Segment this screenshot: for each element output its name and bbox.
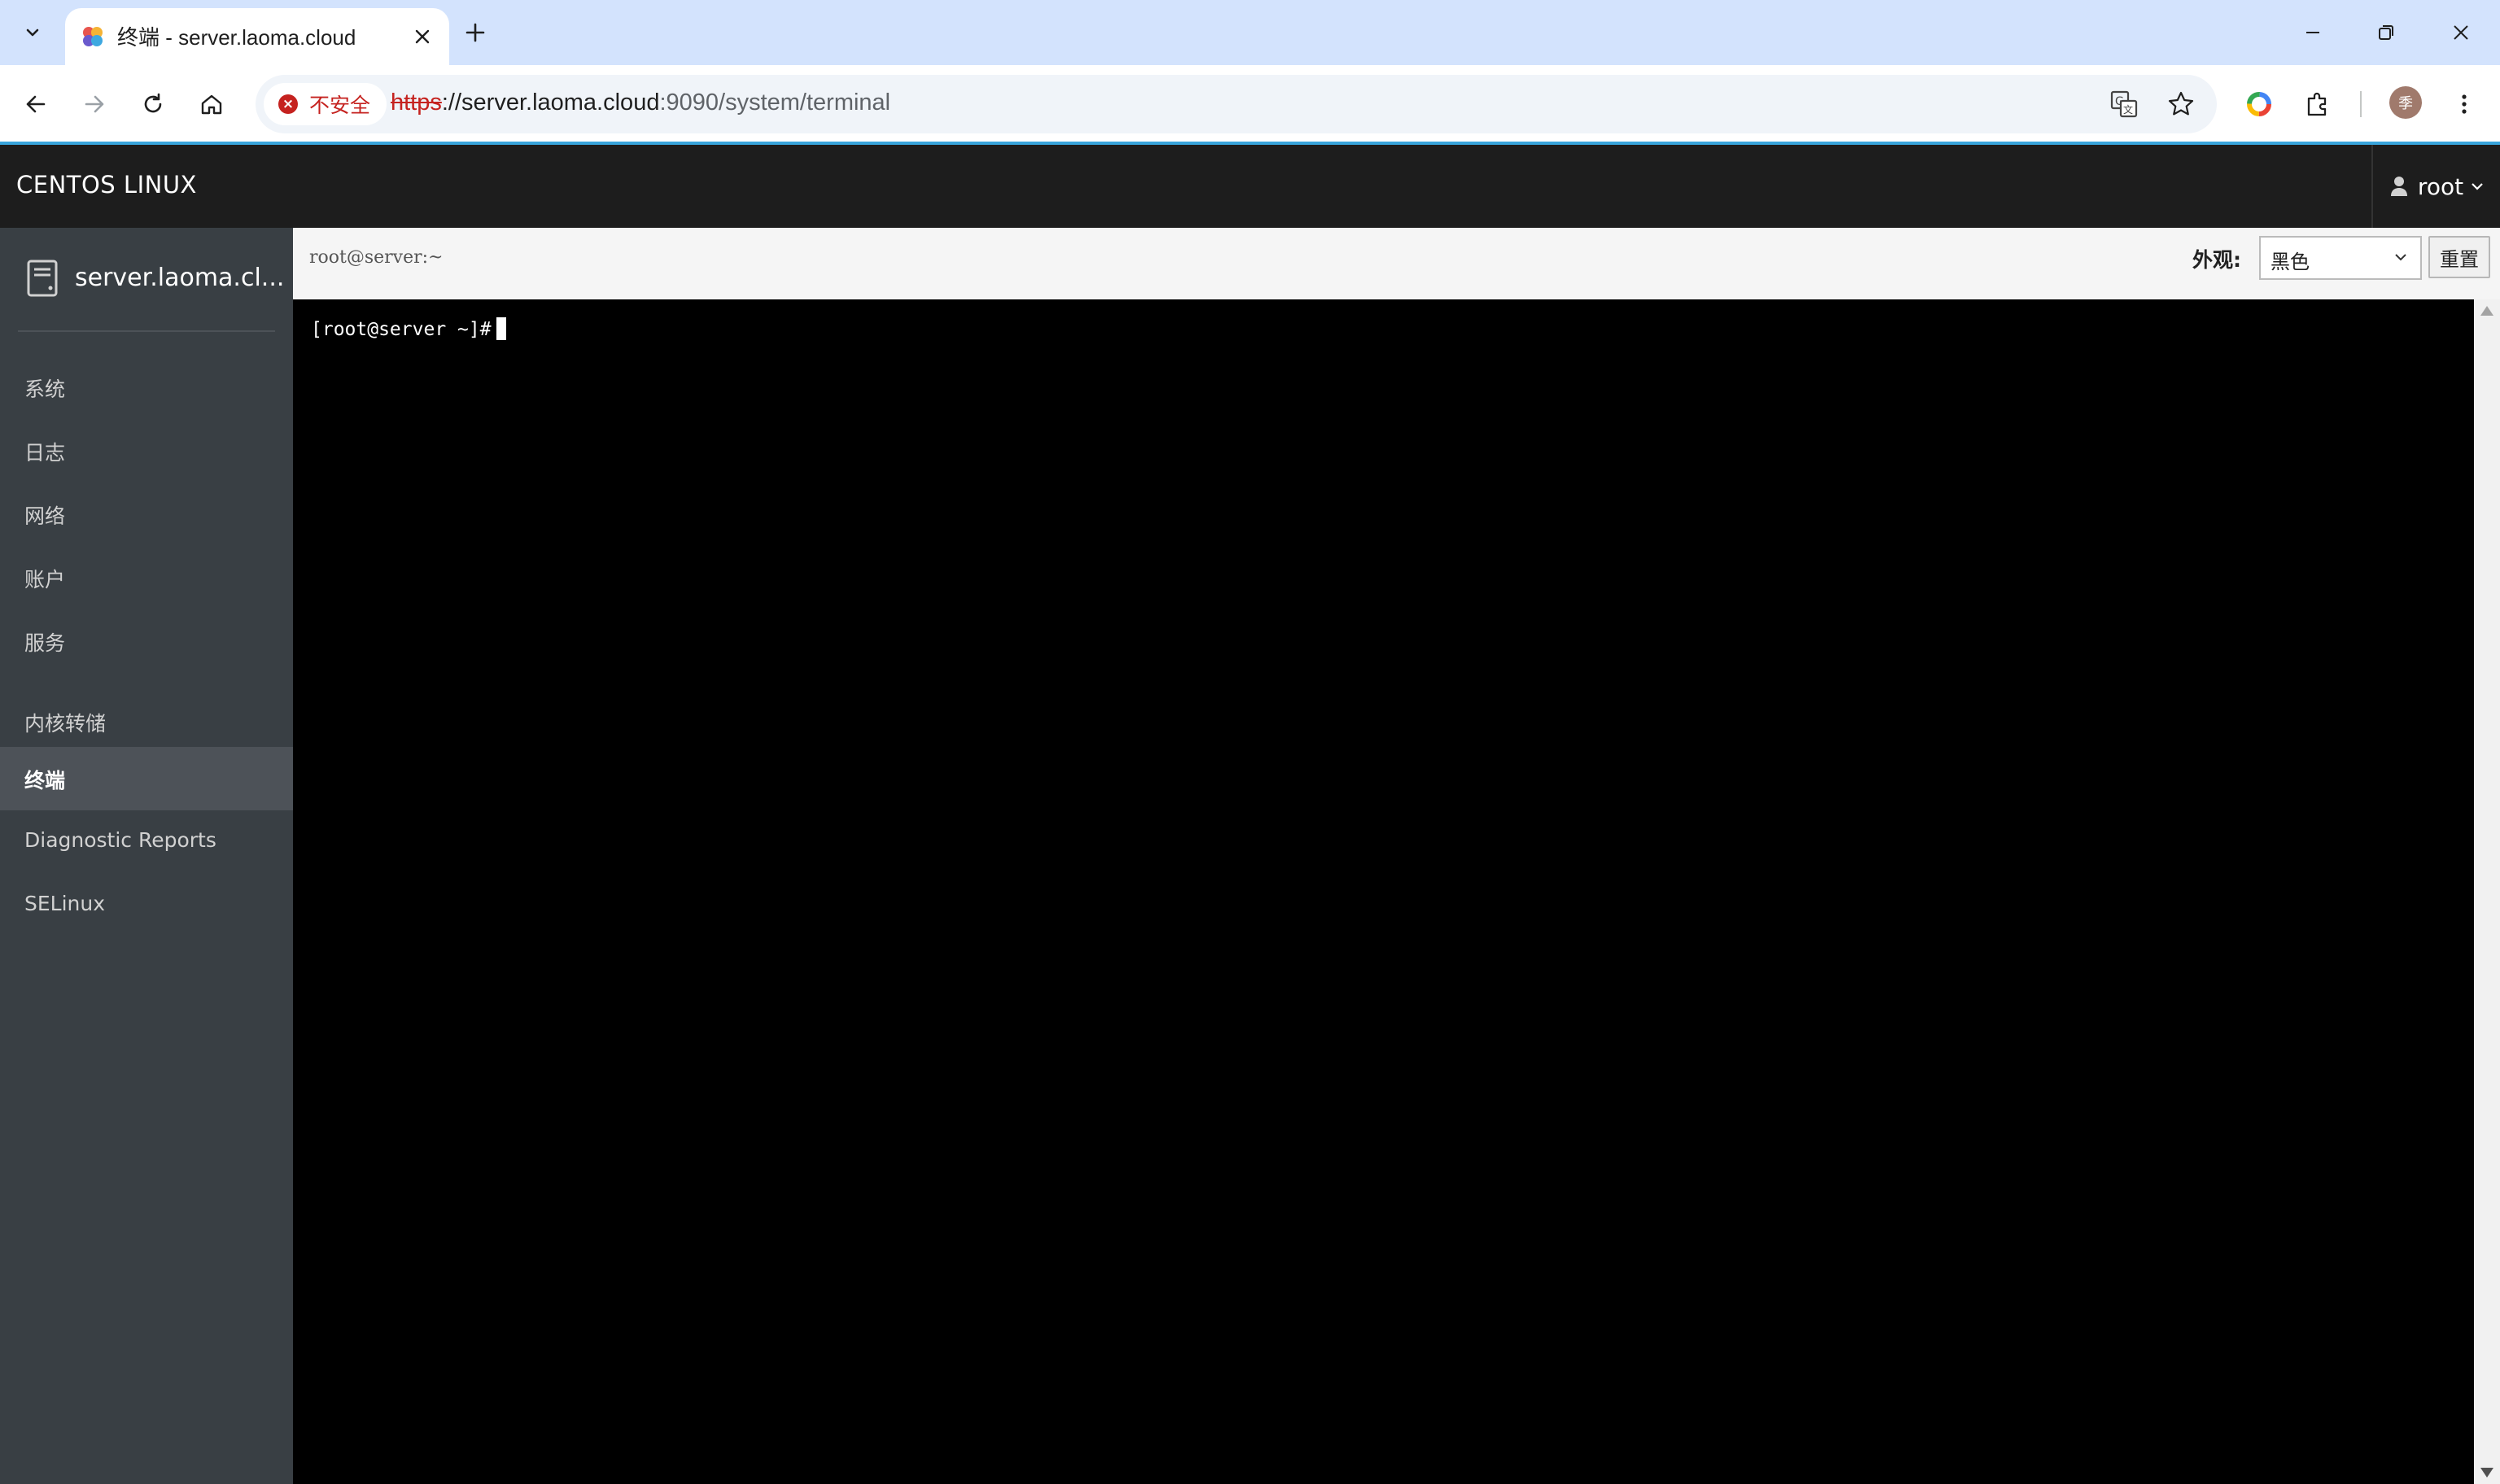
user-name: root xyxy=(2417,172,2464,200)
arrow-right-icon xyxy=(85,95,104,113)
cockpit-favicon-icon xyxy=(83,27,103,46)
more-vertical-icon xyxy=(2462,94,2467,114)
theme-select-value: 黑色 xyxy=(2271,251,2310,273)
sidebar-item-label: 终端 xyxy=(24,769,66,792)
terminal-header: root@server:~ 外观: 黑色 重置 xyxy=(293,228,2500,300)
sidebar-divider xyxy=(18,330,275,332)
server-icon xyxy=(27,260,58,297)
tab-close-button[interactable] xyxy=(409,23,436,50)
url-scheme: https xyxy=(391,89,442,116)
minimize-icon xyxy=(2306,32,2319,33)
sidebar-item-label: 内核转储 xyxy=(24,712,107,735)
address-bar[interactable]: × 不安全 https://server.laoma.cloud:9090/sy… xyxy=(256,75,2217,133)
reload-icon xyxy=(144,93,162,113)
browser-tab-active[interactable]: 终端 - server.laoma.cloud xyxy=(65,8,449,65)
home-button[interactable] xyxy=(190,83,233,125)
tab-title: 终端 - server.laoma.cloud xyxy=(117,25,356,50)
reset-button[interactable]: 重置 xyxy=(2428,236,2490,278)
terminal-line: [root@server ~]# xyxy=(311,317,506,340)
puzzle-icon xyxy=(2307,92,2327,116)
user-menu-button[interactable]: root xyxy=(2371,145,2500,228)
cockpit-header: CENTOS LINUX root xyxy=(0,145,2500,228)
appearance-label: 外观: xyxy=(2192,248,2241,272)
terminal-scrollbar[interactable] xyxy=(2474,299,2500,1484)
restore-button[interactable] xyxy=(2362,11,2410,54)
close-window-button[interactable] xyxy=(2437,11,2485,54)
terminal-cursor xyxy=(496,317,506,340)
sidebar-item-label: SELinux xyxy=(24,892,106,915)
profile-avatar[interactable]: 季 xyxy=(2389,86,2422,119)
url-host: ://server.laoma.cloud xyxy=(441,89,660,116)
arrow-left-icon xyxy=(26,95,46,113)
home-icon xyxy=(201,94,222,115)
browser-menu-button[interactable] xyxy=(2443,83,2485,125)
extension-colorful-button[interactable] xyxy=(2238,83,2280,125)
close-icon xyxy=(2454,25,2468,40)
terminal-title: root@server:~ xyxy=(309,247,444,268)
plus-icon xyxy=(465,23,485,42)
sidebar-item-system[interactable]: 系统 xyxy=(0,356,293,419)
user-icon xyxy=(2390,177,2407,196)
security-chip-label: 不安全 xyxy=(309,94,371,117)
sidebar-item-selinux[interactable]: SELinux xyxy=(0,874,293,937)
terminal-prompt: [root@server ~]# xyxy=(311,319,492,340)
sidebar-item-terminal[interactable]: 终端 xyxy=(0,747,293,810)
extensions-button[interactable] xyxy=(2297,83,2339,125)
close-icon xyxy=(415,29,430,44)
reload-button[interactable] xyxy=(132,83,174,125)
sidebar-item-label: 系统 xyxy=(24,378,66,401)
sidebar-item-diagnostic-reports[interactable]: Diagnostic Reports xyxy=(0,810,293,874)
terminal-screen[interactable]: [root@server ~]# xyxy=(293,299,2474,1484)
tab-search-button[interactable] xyxy=(10,10,55,55)
sidebar-item-services[interactable]: 服务 xyxy=(0,609,293,673)
chevron-down-icon xyxy=(26,28,39,37)
sidebar-item-label: 服务 xyxy=(24,631,66,655)
chevron-down-icon xyxy=(2472,183,2483,190)
sidebar-item-label: 网络 xyxy=(24,504,66,528)
svg-text:文: 文 xyxy=(2123,103,2133,116)
sidebar-item-kdump[interactable]: 内核转储 xyxy=(0,690,293,753)
theme-select[interactable]: 黑色 xyxy=(2259,236,2422,280)
new-tab-button[interactable] xyxy=(459,16,492,49)
host-switcher[interactable]: server.laoma.cl... xyxy=(0,228,293,330)
browser-toolbar: × 不安全 https://server.laoma.cloud:9090/sy… xyxy=(0,65,2500,143)
site-security-chip[interactable]: × 不安全 xyxy=(264,83,387,125)
brand-title: CENTOS LINUX xyxy=(16,171,197,199)
translate-button[interactable]: G 文 xyxy=(2108,88,2140,120)
back-button[interactable] xyxy=(15,83,57,125)
sidebar-item-logs[interactable]: 日志 xyxy=(0,419,293,482)
sidebar-item-label: Diagnostic Reports xyxy=(24,828,216,852)
browser-tab-strip: 终端 - server.laoma.cloud xyxy=(0,0,2500,65)
host-name: server.laoma.cl... xyxy=(75,264,285,292)
translate-icon: G 文 xyxy=(2110,90,2138,118)
scroll-down-arrow-icon[interactable] xyxy=(2480,1468,2493,1477)
scroll-up-arrow-icon[interactable] xyxy=(2480,306,2493,316)
forward-button[interactable] xyxy=(73,83,116,125)
star-icon xyxy=(2168,91,2194,116)
url-text[interactable]: https://server.laoma.cloud:9090/system/t… xyxy=(391,89,890,116)
restore-icon xyxy=(2379,25,2393,40)
bookmark-button[interactable] xyxy=(2165,88,2197,120)
minimize-button[interactable] xyxy=(2288,11,2337,54)
toolbar-divider xyxy=(2360,91,2362,117)
sidebar-item-label: 日志 xyxy=(24,441,66,465)
sidebar-item-label: 账户 xyxy=(24,568,66,591)
sidebar-item-accounts[interactable]: 账户 xyxy=(0,546,293,609)
sidebar: server.laoma.cl... 系统 日志 网络 账户 服务 内核转储 终… xyxy=(0,228,293,1484)
warning-icon: × xyxy=(278,94,298,114)
sidebar-item-networking[interactable]: 网络 xyxy=(0,482,293,546)
url-path: :9090/system/terminal xyxy=(659,89,891,116)
chevron-down-icon xyxy=(2395,254,2406,261)
colorful-ring-icon xyxy=(2247,92,2271,116)
